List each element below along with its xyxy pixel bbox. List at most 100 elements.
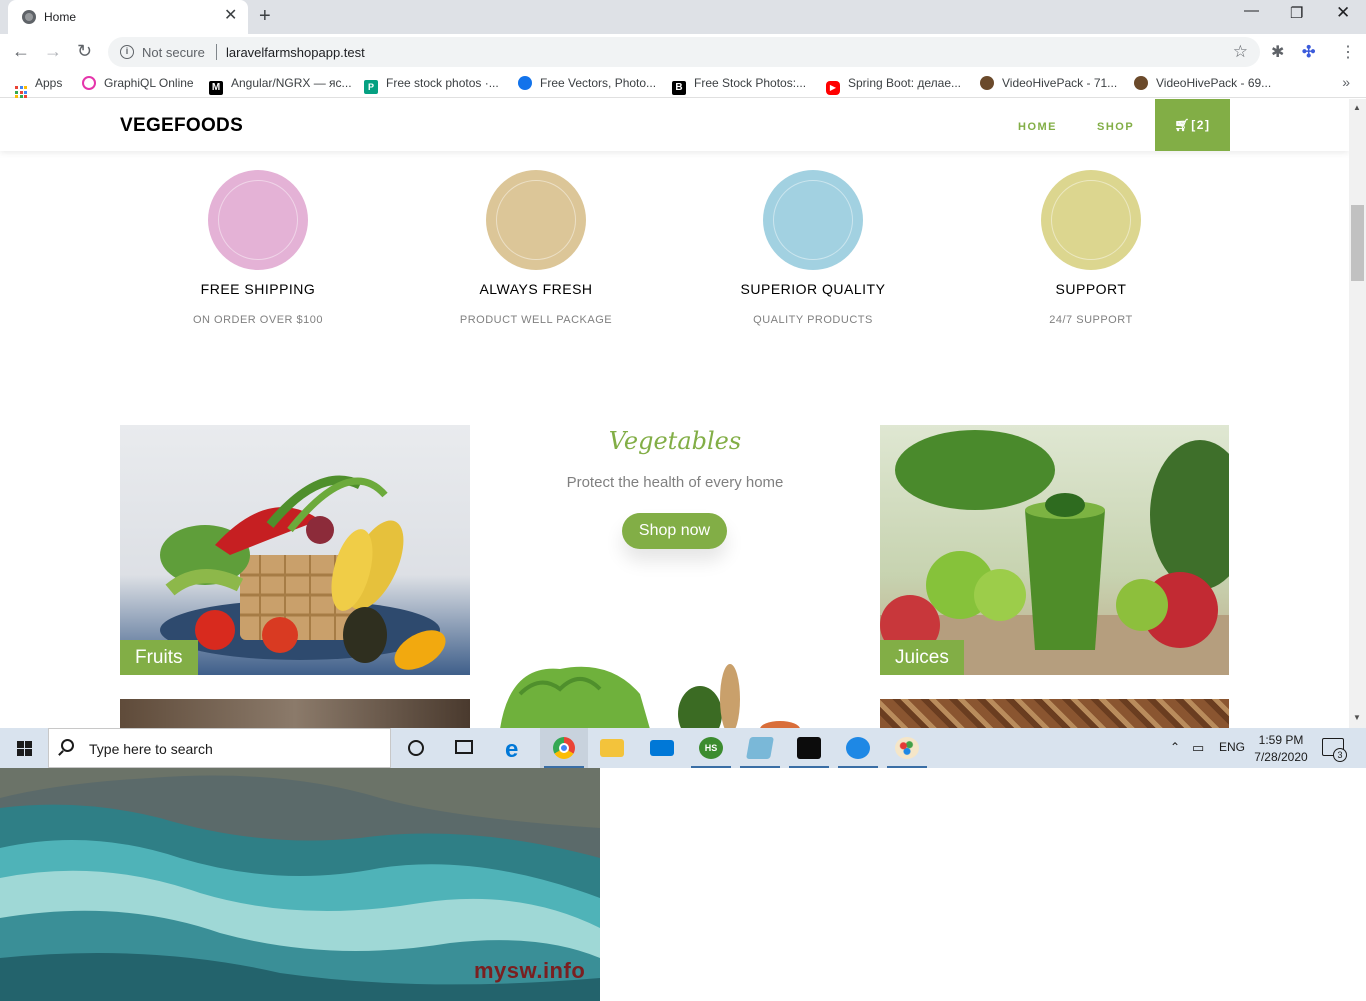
scroll-down-icon[interactable]: ▼ bbox=[1353, 713, 1361, 722]
paint-button[interactable] bbox=[883, 728, 931, 768]
new-tab-button[interactable]: + bbox=[259, 5, 271, 28]
clock-time: 1:59 PM bbox=[1258, 733, 1304, 747]
watermark-text: mysw.info bbox=[474, 958, 586, 983]
clock-date: 7/28/2020 bbox=[1254, 750, 1308, 764]
category-fruits[interactable]: Fruits bbox=[120, 425, 470, 675]
bookmark-videohivepack-1[interactable]: VideoHivePack - 71... bbox=[980, 76, 1117, 90]
globe-icon bbox=[22, 10, 36, 24]
burst-icon: B bbox=[672, 81, 686, 95]
vegetable-basket-image bbox=[160, 475, 446, 670]
address-bar[interactable]: i Not secure laravelfarmshopapp.test ☆ bbox=[108, 37, 1260, 67]
green-juice-image bbox=[880, 430, 1229, 675]
security-label[interactable]: Not secure bbox=[142, 45, 205, 60]
minimize-icon[interactable]: — bbox=[1244, 2, 1259, 19]
cart-icon: 🛒︎ bbox=[1174, 118, 1192, 132]
window-close-icon[interactable]: ✕ bbox=[1336, 3, 1350, 23]
bookmarks-bar: Apps GraphiQL Online M Angular/NGRX — яс.… bbox=[0, 70, 1366, 98]
close-icon[interactable]: ✕ bbox=[224, 8, 237, 24]
chrome-button[interactable] bbox=[540, 728, 588, 768]
bookmark-pexels[interactable]: P Free stock photos ·... bbox=[364, 76, 499, 94]
edge-button[interactable]: e bbox=[492, 728, 540, 768]
mail-button[interactable] bbox=[638, 728, 686, 768]
youtube-icon: ▶ bbox=[826, 81, 840, 95]
cortana-button[interactable] bbox=[392, 728, 440, 768]
category-juices[interactable]: Juices bbox=[880, 425, 1229, 675]
shop-now-button[interactable]: Shop now bbox=[622, 513, 727, 549]
fresh-icon bbox=[486, 170, 586, 270]
service-support: SUPPORT 24/7 SUPPORT bbox=[971, 170, 1211, 326]
taskbar-clock[interactable]: 1:59 PM 7/28/2020 bbox=[1245, 732, 1317, 766]
cart-button[interactable]: 🛒︎[2] bbox=[1155, 99, 1230, 151]
search-placeholder: Type here to search bbox=[89, 741, 213, 757]
service-subtitle: PRODUCT WELL PACKAGE bbox=[459, 314, 613, 326]
tray-chevron-icon[interactable]: ⌃ bbox=[1170, 740, 1180, 754]
nav-home[interactable]: HOME bbox=[1018, 121, 1057, 133]
page-viewport: VEGEFOODS HOME SHOP 🛒︎[2] FREE SHIPPING … bbox=[0, 99, 1349, 728]
battery-icon[interactable]: ▭ bbox=[1192, 740, 1204, 756]
elephant-icon bbox=[846, 737, 870, 759]
restore-icon[interactable]: ❐ bbox=[1290, 4, 1303, 22]
windows-icon bbox=[17, 741, 32, 756]
category-nuts-partial[interactable] bbox=[880, 699, 1229, 728]
category-tile-partial[interactable] bbox=[120, 699, 470, 728]
heidisql-button[interactable]: HS bbox=[687, 728, 735, 768]
terminal-icon bbox=[797, 737, 821, 759]
service-superior-quality: SUPERIOR QUALITY QUALITY PRODUCTS bbox=[693, 170, 933, 326]
bookmark-star-icon[interactable]: ☆ bbox=[1233, 42, 1248, 62]
videohive-icon bbox=[980, 76, 994, 90]
videohive-icon bbox=[1134, 76, 1148, 90]
service-subtitle: 24/7 SUPPORT bbox=[1049, 314, 1133, 326]
palette-icon bbox=[895, 737, 919, 759]
vegetables-image bbox=[500, 664, 800, 728]
taskbar: Type here to search e HS ⌃ ▭ ENG 1:59 PM… bbox=[0, 728, 1366, 768]
cortana-icon bbox=[408, 740, 424, 756]
tableplus-button[interactable] bbox=[834, 728, 882, 768]
notepad-icon bbox=[746, 737, 774, 759]
bookmark-freepik[interactable]: Free Vectors, Photo... bbox=[518, 76, 656, 90]
bookmark-youtube[interactable]: ▶ Spring Boot: делае... bbox=[826, 76, 961, 95]
tab-home[interactable]: Home ✕ bbox=[8, 0, 248, 34]
category-label-fruits[interactable]: Fruits bbox=[120, 640, 198, 675]
service-always-fresh: ALWAYS FRESH PRODUCT WELL PACKAGE bbox=[416, 170, 656, 326]
reload-icon[interactable]: ↻ bbox=[77, 41, 92, 62]
forward-icon[interactable]: → bbox=[44, 41, 62, 62]
mail-icon bbox=[650, 740, 674, 756]
service-title: SUPPORT bbox=[1055, 281, 1127, 297]
service-title: ALWAYS FRESH bbox=[479, 281, 593, 297]
info-icon[interactable]: i bbox=[120, 45, 134, 59]
bookmark-graphiql[interactable]: GraphiQL Online bbox=[82, 76, 194, 90]
language-indicator[interactable]: ENG bbox=[1219, 740, 1245, 754]
task-view-button[interactable] bbox=[440, 728, 488, 768]
hs-icon: HS bbox=[699, 737, 723, 759]
scroll-up-icon[interactable]: ▲ bbox=[1353, 103, 1361, 112]
extensions-icon[interactable]: ✱ bbox=[1271, 42, 1284, 62]
site-brand[interactable]: VEGEFOODS bbox=[120, 115, 243, 137]
more-bookmarks-icon[interactable]: » bbox=[1342, 74, 1350, 90]
profile-extension-icon[interactable]: ✣ bbox=[1302, 42, 1315, 62]
start-button[interactable] bbox=[0, 728, 48, 768]
url-text[interactable]: laravelfarmshopapp.test bbox=[226, 45, 365, 60]
bookmark-videohivepack-2[interactable]: VideoHivePack - 69... bbox=[1134, 76, 1271, 90]
category-label-juices[interactable]: Juices bbox=[880, 640, 964, 675]
notepad-button[interactable] bbox=[736, 728, 784, 768]
bookmark-angular-ngrx[interactable]: M Angular/NGRX — яс... bbox=[209, 76, 352, 95]
shipping-icon bbox=[208, 170, 308, 270]
apps-grid-icon bbox=[15, 86, 27, 98]
bookmark-burst[interactable]: B Free Stock Photos:... bbox=[672, 76, 806, 95]
support-icon bbox=[1041, 170, 1141, 270]
taskbar-search[interactable]: Type here to search bbox=[48, 728, 391, 768]
bookmark-apps[interactable]: Apps bbox=[15, 76, 62, 98]
freepik-icon bbox=[518, 76, 532, 90]
medium-icon: M bbox=[209, 81, 223, 95]
graphql-icon bbox=[82, 76, 96, 90]
notification-badge: 3 bbox=[1333, 748, 1347, 762]
menu-icon[interactable]: ⋮ bbox=[1340, 42, 1356, 62]
page-scrollbar[interactable]: ▲ ▼ bbox=[1349, 99, 1366, 728]
service-title: SUPERIOR QUALITY bbox=[740, 281, 886, 297]
nav-shop[interactable]: SHOP bbox=[1097, 121, 1134, 133]
site-navbar: VEGEFOODS HOME SHOP 🛒︎[2] bbox=[0, 99, 1349, 151]
scroll-thumb[interactable] bbox=[1351, 205, 1364, 281]
back-icon[interactable]: ← bbox=[12, 41, 30, 62]
file-explorer-button[interactable] bbox=[588, 728, 636, 768]
terminal-button[interactable] bbox=[785, 728, 833, 768]
